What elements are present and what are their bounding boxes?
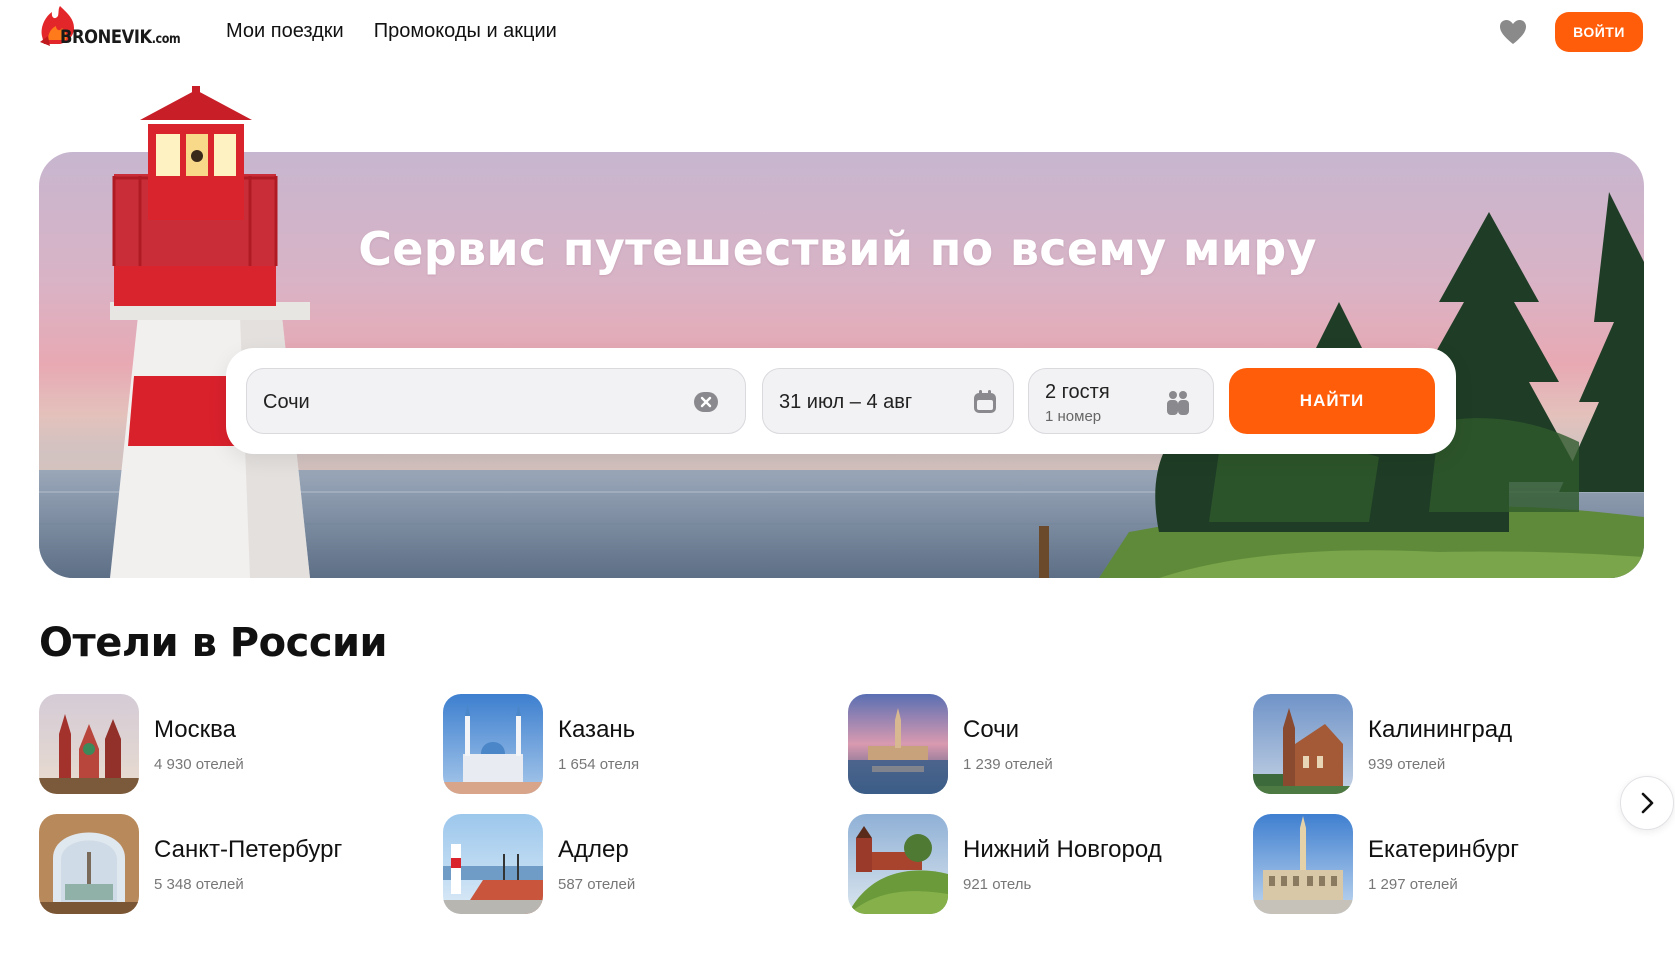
city-photo — [848, 694, 948, 794]
city-card-kazan[interactable]: Казань 1 654 отеля — [443, 694, 823, 794]
nn-photo — [848, 814, 948, 914]
logo-domain: .com — [151, 32, 181, 47]
city-photo — [848, 814, 948, 914]
city-name: Калининград — [1368, 716, 1513, 743]
carousel-next-button[interactable] — [1620, 776, 1674, 830]
kazan-photo — [443, 694, 543, 794]
destination-value: Сочи — [263, 391, 310, 413]
section-title: Отели в России — [39, 620, 388, 666]
adler-photo — [443, 814, 543, 914]
city-name: Санкт-Петербург — [154, 836, 343, 863]
city-hotel-count: 587 отелей — [558, 876, 636, 893]
city-hotel-count: 1 297 отелей — [1368, 876, 1458, 893]
city-name: Адлер — [558, 836, 629, 863]
search-panel: Сочи 31 июл – 4 авг 2 гостя 1 номер НАЙТ… — [226, 348, 1456, 454]
logo-text: BRONEVIK — [60, 26, 152, 48]
city-hotel-count: 5 348 отелей — [154, 876, 244, 893]
city-photo — [443, 694, 543, 794]
chevron-right-icon — [1641, 792, 1654, 814]
search-button[interactable]: НАЙТИ — [1229, 368, 1435, 434]
login-button[interactable]: ВОЙТИ — [1555, 12, 1643, 52]
city-photo — [1253, 814, 1353, 914]
nav-my-trips[interactable]: Мои поездки — [226, 20, 344, 43]
city-hotel-count: 939 отелей — [1368, 756, 1446, 773]
city-card-adler[interactable]: Адлер 587 отелей — [443, 814, 823, 914]
guests-value: 2 гостя — [1045, 381, 1110, 403]
logo-wordmark: BRONEVIK.com — [60, 26, 181, 48]
heart-icon[interactable] — [1498, 18, 1528, 46]
clear-icon[interactable] — [693, 390, 719, 414]
site-header: BRONEVIK.com Мои поездки Промокоды и акц… — [0, 0, 1675, 70]
city-name: Екатеринбург — [1368, 836, 1519, 863]
city-card-saint-petersburg[interactable]: Санкт-Петербург 5 348 отелей — [39, 814, 419, 914]
hero-title: Сервис путешествий по всему миру — [358, 222, 1317, 276]
city-hotel-count: 1 654 отеля — [558, 756, 640, 773]
city-card-kaliningrad[interactable]: Калининград 939 отелей — [1253, 694, 1633, 794]
nav-promo[interactable]: Промокоды и акции — [374, 20, 557, 43]
city-card-sochi[interactable]: Сочи 1 239 отелей — [848, 694, 1228, 794]
dates-field[interactable]: 31 июл – 4 авг — [762, 368, 1014, 434]
city-hotel-count: 921 отель — [963, 876, 1032, 893]
city-card-nizhny-novgorod[interactable]: Нижний Новгород 921 отель — [848, 814, 1228, 914]
kaliningrad-photo — [1253, 694, 1353, 794]
sochi-photo — [848, 694, 948, 794]
calendar-icon — [974, 390, 996, 413]
city-photo — [443, 814, 543, 914]
lighthouse-illustration — [110, 86, 310, 578]
ekb-photo — [1253, 814, 1353, 914]
city-photo — [39, 814, 139, 914]
guests-icon — [1167, 391, 1189, 415]
city-card-moscow[interactable]: Москва 4 930 отелей — [39, 694, 419, 794]
city-photo — [1253, 694, 1353, 794]
city-name: Казань — [558, 716, 636, 743]
moscow-photo — [39, 694, 139, 794]
city-photo — [39, 694, 139, 794]
spb-photo — [39, 814, 139, 914]
main-nav: Мои поездки Промокоды и акции — [226, 20, 557, 43]
destination-field[interactable]: Сочи — [246, 368, 746, 434]
city-name: Москва — [154, 716, 236, 743]
city-name: Сочи — [963, 716, 1020, 743]
city-hotel-count: 1 239 отелей — [963, 756, 1053, 773]
dates-value: 31 июл – 4 авг — [779, 391, 913, 413]
city-hotel-count: 4 930 отелей — [154, 756, 244, 773]
city-name: Нижний Новгород — [963, 836, 1162, 863]
city-card-yekaterinburg[interactable]: Екатеринбург 1 297 отелей — [1253, 814, 1633, 914]
rooms-value: 1 номер — [1045, 408, 1102, 425]
site-logo[interactable]: BRONEVIK.com — [38, 6, 188, 56]
guests-field[interactable]: 2 гостя 1 номер — [1028, 368, 1214, 434]
